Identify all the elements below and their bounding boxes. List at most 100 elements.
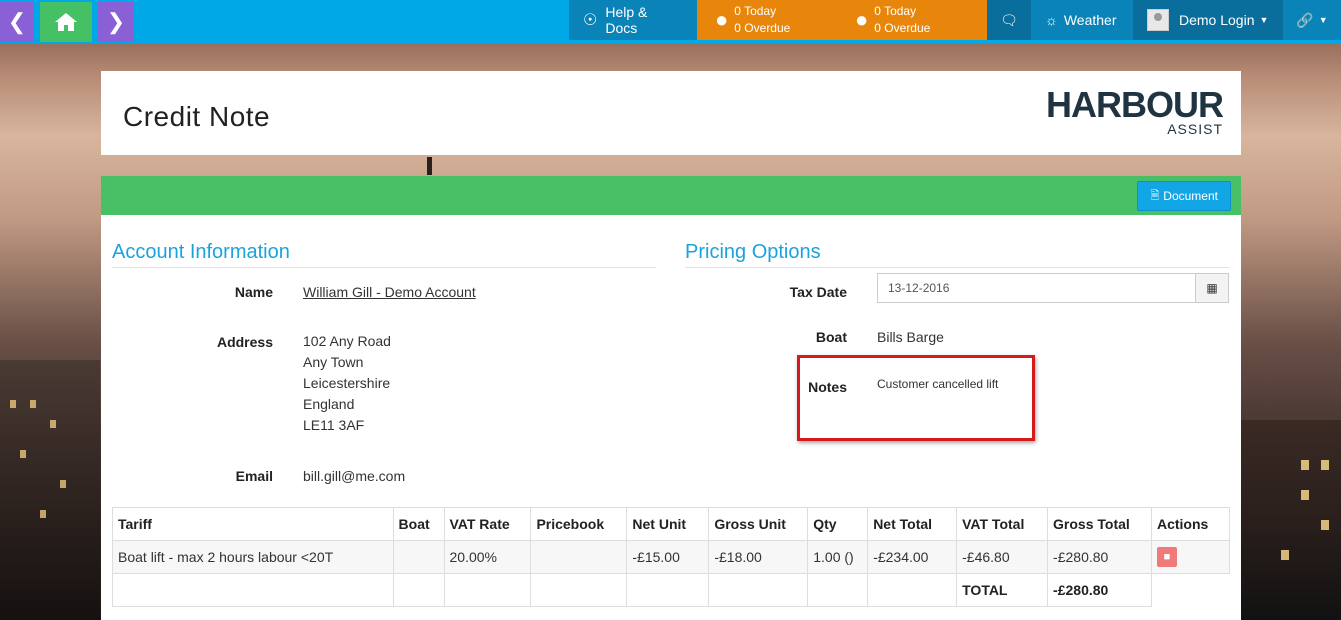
background-buildings-right <box>1241 420 1341 620</box>
help-docs-label: Help & Docs <box>605 4 648 36</box>
harbour-assist-logo: HARBOUR ASSIST <box>1046 84 1224 138</box>
weather-label: Weather <box>1063 12 1117 28</box>
home-button[interactable] <box>40 2 92 42</box>
forward-button[interactable]: ❯ <box>98 2 134 42</box>
pdf-icon: 🗎 <box>1150 189 1160 202</box>
delete-row-button[interactable]: ■ <box>1156 547 1177 567</box>
toolbar: 🗎 Document <box>101 176 1241 215</box>
address-line: LE11 3AF <box>303 417 365 433</box>
user-menu[interactable]: Demo Login ▼ <box>1133 0 1283 40</box>
account-heading: Account Information <box>112 241 290 263</box>
total-label: TOTAL <box>956 573 1049 607</box>
person-icon: ● <box>715 7 729 32</box>
account-name-link[interactable]: William Gill - Demo Account <box>303 284 476 300</box>
my-tasks-today: 0 Today <box>734 4 777 18</box>
tax-date-label: Tax Date <box>789 284 847 300</box>
address-label: Address <box>216 334 273 350</box>
team-tasks-overdue: 0 Overdue <box>874 21 931 35</box>
chat-button[interactable]: 🗨 <box>987 0 1031 40</box>
pricing-divider <box>685 267 1230 268</box>
home-icon <box>55 13 77 31</box>
link-icon: 🔗 <box>1296 11 1314 28</box>
boat-value: Bills Barge <box>877 329 944 345</box>
my-tasks-stat[interactable]: ● 0 Today 0 Overdue <box>697 3 837 37</box>
actions-cell: ■ <box>1150 540 1231 574</box>
empty-cell <box>807 573 869 607</box>
trash-icon: ■ <box>1163 551 1171 563</box>
column-header: VAT Rate <box>443 507 532 541</box>
logo-main: HARBOUR <box>1046 84 1224 125</box>
column-header: Gross Total <box>1047 507 1152 541</box>
net-unit-cell: -£15.00 <box>626 540 710 574</box>
address-line: 102 Any Road <box>303 333 391 349</box>
weather-button[interactable]: ☼ Weather <box>1031 0 1133 40</box>
empty-cell <box>443 573 532 607</box>
column-header: Actions <box>1150 507 1231 541</box>
background-post <box>427 157 432 175</box>
pricing-heading: Pricing Options <box>685 241 821 263</box>
empty-cell <box>112 573 394 607</box>
empty-cell <box>708 573 809 607</box>
tasks-summary: ● 0 Today 0 Overdue ● 0 Today 0 Overdue <box>697 0 987 40</box>
tariffs-table: Tariff Boat VAT Rate Pricebook Net Unit … <box>112 507 1231 607</box>
back-button[interactable]: ❮ <box>0 2 34 42</box>
people-icon: ● <box>855 7 869 32</box>
address-line: England <box>303 396 355 412</box>
empty-cell <box>530 573 628 607</box>
user-label: Demo Login <box>1179 12 1255 28</box>
column-header: Gross Unit <box>708 507 809 541</box>
team-tasks-today: 0 Today <box>874 4 917 18</box>
page-title: Credit Note <box>123 101 271 132</box>
document-button[interactable]: 🗎 Document <box>1137 181 1231 211</box>
column-header: Net Unit <box>626 507 710 541</box>
email-value: bill.gill@me.com <box>303 468 406 484</box>
credit-note-card: 🗎 Document Account Information Name Will… <box>101 176 1241 620</box>
caret-down-icon: ▼ <box>1318 15 1328 25</box>
vat-total-cell: -£46.80 <box>956 540 1049 574</box>
avatar <box>1147 9 1169 31</box>
empty-cell <box>626 573 710 607</box>
empty-cell <box>392 573 445 607</box>
tariff-cell: Boat lift - max 2 hours labour <20T <box>112 540 394 574</box>
chevron-right-icon: ❯ <box>106 9 126 34</box>
caret-down-icon: ▼ <box>1259 15 1269 25</box>
notes-highlight-box <box>797 355 1035 441</box>
top-navbar: ❮ ❯ ☉ Help & Docs ● 0 Today 0 Overdue ● … <box>0 0 1341 44</box>
column-header: Tariff <box>112 507 394 541</box>
column-header: Pricebook <box>530 507 628 541</box>
table-row: Boat lift - max 2 hours labour <20T 20.0… <box>112 540 1231 574</box>
team-tasks-stat[interactable]: ● 0 Today 0 Overdue <box>837 3 977 37</box>
tax-date-value[interactable]: 13-12-2016 <box>878 274 1195 302</box>
column-header: Qty <box>807 507 869 541</box>
calendar-icon[interactable]: ▦ <box>1195 274 1228 302</box>
empty-cell <box>867 573 958 607</box>
name-label: Name <box>234 284 273 300</box>
help-docs-button[interactable]: ☉ Help & Docs <box>569 0 697 40</box>
nav-right: ☉ Help & Docs ● 0 Today 0 Overdue ● 0 To… <box>569 0 1341 44</box>
address-line: Leicestershire <box>303 375 391 391</box>
gross-unit-cell: -£18.00 <box>708 540 809 574</box>
boat-label: Boat <box>815 329 847 345</box>
column-header: Boat <box>392 507 445 541</box>
address-line: Any Town <box>303 354 364 370</box>
background-buildings-left <box>0 360 100 620</box>
address-block: 102 Any Road Any Town Leicestershire Eng… <box>303 331 391 436</box>
my-tasks-overdue: 0 Overdue <box>734 21 791 35</box>
boat-cell <box>392 540 445 574</box>
net-total-cell: -£234.00 <box>867 540 958 574</box>
total-row: TOTAL -£280.80 <box>112 573 1230 607</box>
chevron-left-icon: ❮ <box>7 9 27 34</box>
table-header-row: Tariff Boat VAT Rate Pricebook Net Unit … <box>112 507 1231 541</box>
chat-icon: 🗨 <box>1000 11 1018 28</box>
gross-total-cell: -£280.80 <box>1047 540 1152 574</box>
vat-rate-cell: 20.00% <box>443 540 532 574</box>
empty-cell <box>1151 574 1229 607</box>
email-label: Email <box>235 468 273 484</box>
qty-cell: 1.00 () <box>807 540 869 574</box>
column-header: VAT Total <box>956 507 1049 541</box>
globe-icon: ☉ <box>583 12 598 29</box>
tax-date-field[interactable]: 13-12-2016 ▦ <box>877 273 1229 303</box>
account-divider <box>112 267 656 268</box>
column-header: Net Total <box>867 507 958 541</box>
links-menu[interactable]: 🔗 ▼ <box>1283 0 1341 40</box>
